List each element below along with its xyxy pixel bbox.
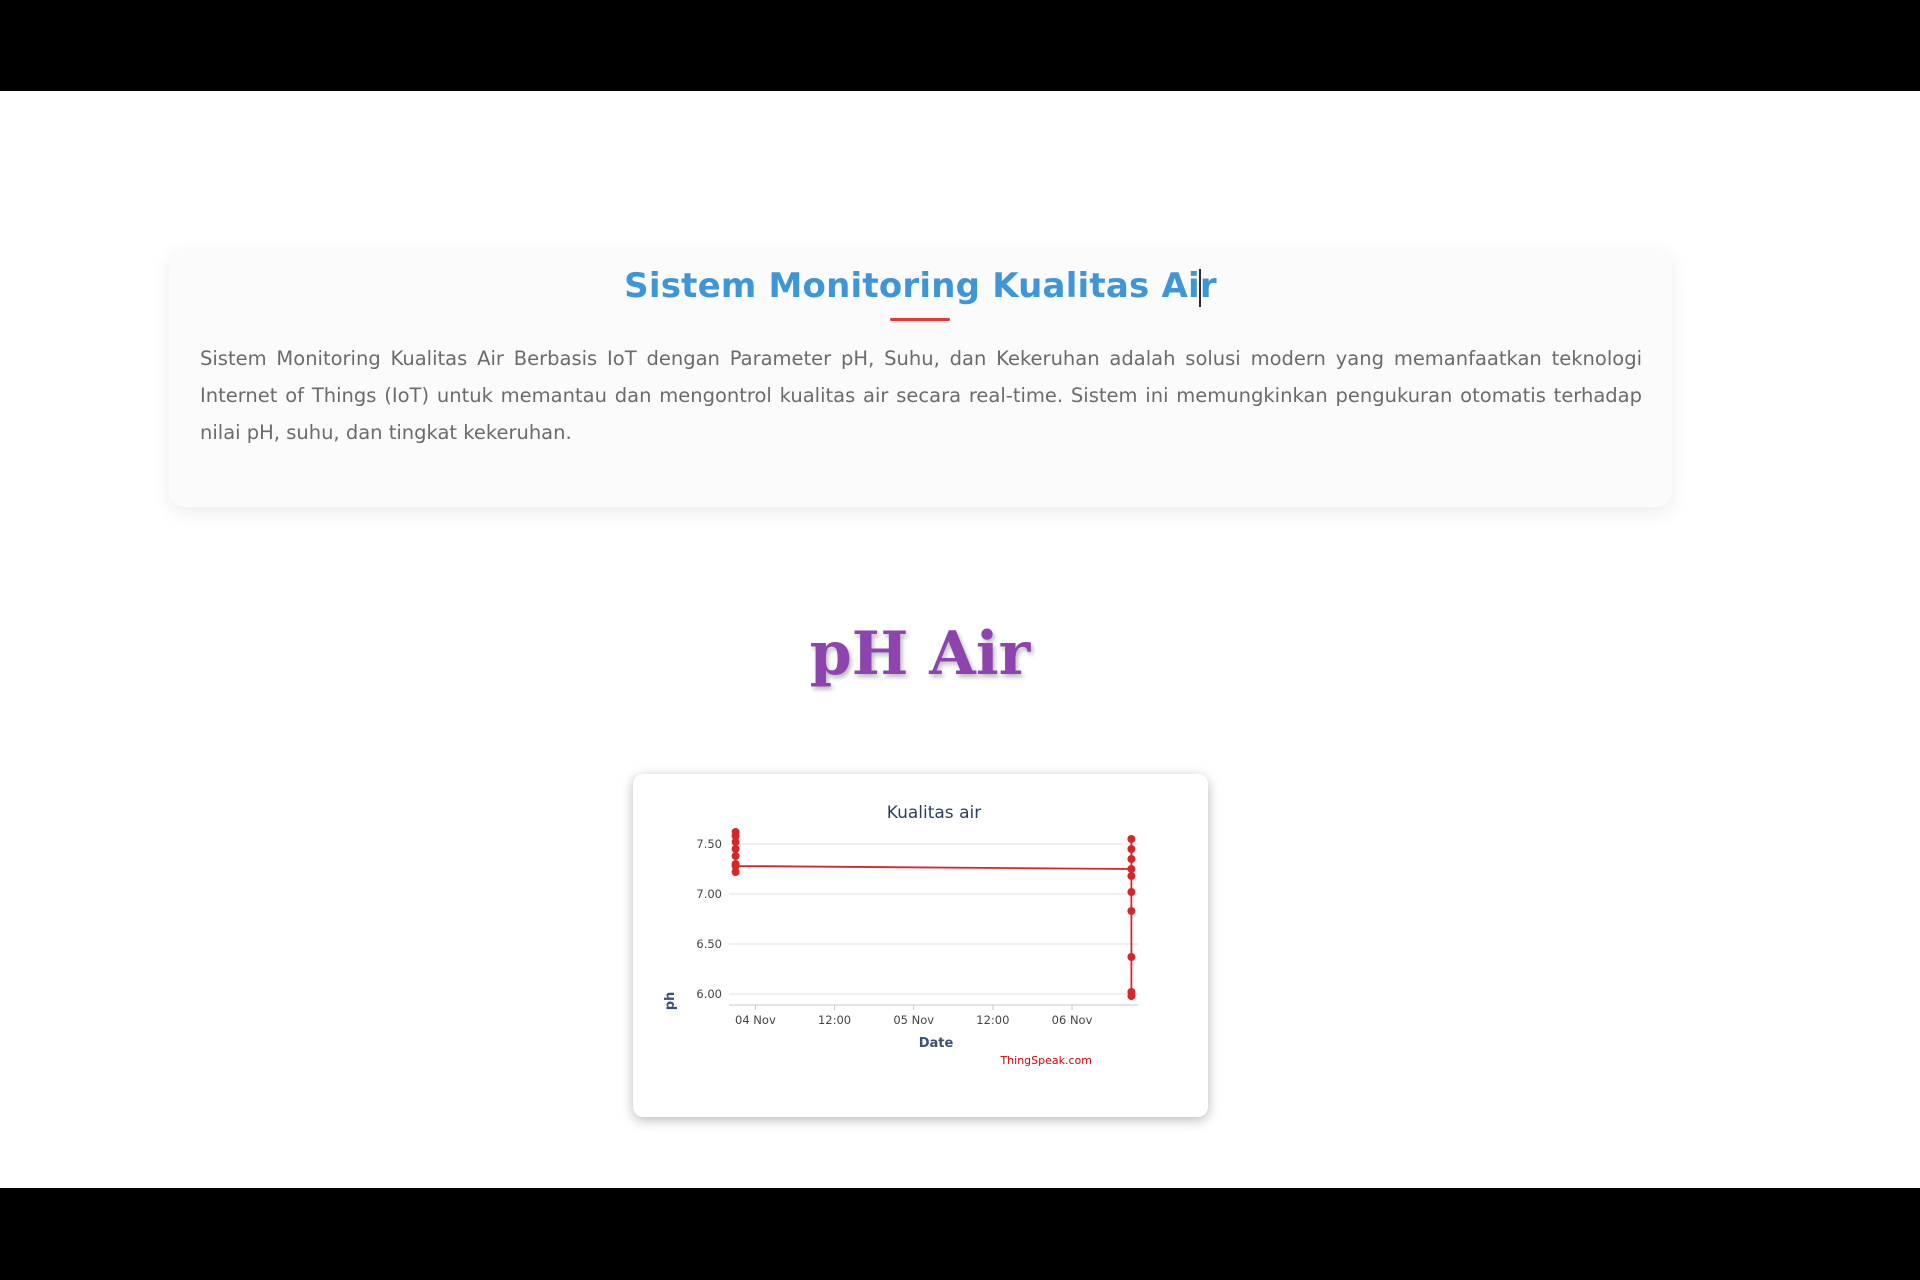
data-point[interactable] (1127, 835, 1136, 843)
data-point[interactable] (1127, 953, 1136, 961)
thingspeak-credit-link[interactable]: ThingSpeak.com (999, 1054, 1092, 1067)
chart-title: Kualitas air (887, 803, 981, 823)
data-point[interactable] (1127, 872, 1136, 880)
x-tick-label: 12:00 (818, 1013, 851, 1027)
section-heading-ph: pH Air (809, 619, 1031, 689)
intro-description: Sistem Monitoring Kualitas Air Berbasis … (200, 347, 1642, 444)
y-tick-label: 6.00 (696, 987, 722, 1001)
data-point[interactable] (1127, 992, 1136, 1000)
y-axis-label: ph (663, 992, 678, 1011)
x-tick-label: 12:00 (976, 1013, 1009, 1027)
intro-card: Sistem Monitoring Kualitas Air Sistem Mo… (169, 248, 1672, 507)
data-point[interactable] (731, 852, 740, 860)
y-tick-label: 7.50 (696, 837, 722, 851)
page-viewport: Sistem Monitoring Kualitas Air Sistem Mo… (0, 91, 1920, 1188)
data-point[interactable] (1127, 845, 1136, 853)
x-tick-label: 04 Nov (735, 1013, 776, 1027)
series-ph (731, 828, 1136, 1000)
data-point[interactable] (731, 828, 740, 836)
data-point[interactable] (1127, 888, 1136, 896)
page-title[interactable]: Sistem Monitoring Kualitas Air (169, 266, 1672, 307)
data-point[interactable] (1127, 855, 1136, 863)
y-tick-label: 6.50 (696, 937, 722, 951)
y-axis-ticks: 6.00 6.50 7.00 7.50 (696, 837, 722, 1001)
x-axis-ticks: 04 Nov 12:00 05 Nov 12:00 06 Nov (735, 1005, 1093, 1027)
x-tick-label: 06 Nov (1052, 1013, 1093, 1027)
x-axis-label: Date (919, 1036, 954, 1051)
ph-line-chart[interactable]: Kualitas air 6.00 6.50 7.00 7.50 04 Nov 12:0… (633, 774, 1208, 1117)
title-underline (890, 318, 950, 321)
x-tick-label: 05 Nov (893, 1013, 934, 1027)
series-line (734, 831, 1133, 996)
data-point[interactable] (1127, 865, 1136, 873)
y-tick-label: 7.00 (696, 887, 722, 901)
page-title-text-end: r (1199, 266, 1217, 306)
data-point[interactable] (731, 845, 740, 853)
chart-card[interactable]: Kualitas air 6.00 6.50 7.00 7.50 04 Nov 12:0… (633, 774, 1208, 1117)
data-point[interactable] (1127, 907, 1136, 915)
page-title-text: Sistem Monitoring Kualitas Ai (624, 266, 1200, 306)
data-point[interactable] (731, 862, 740, 870)
